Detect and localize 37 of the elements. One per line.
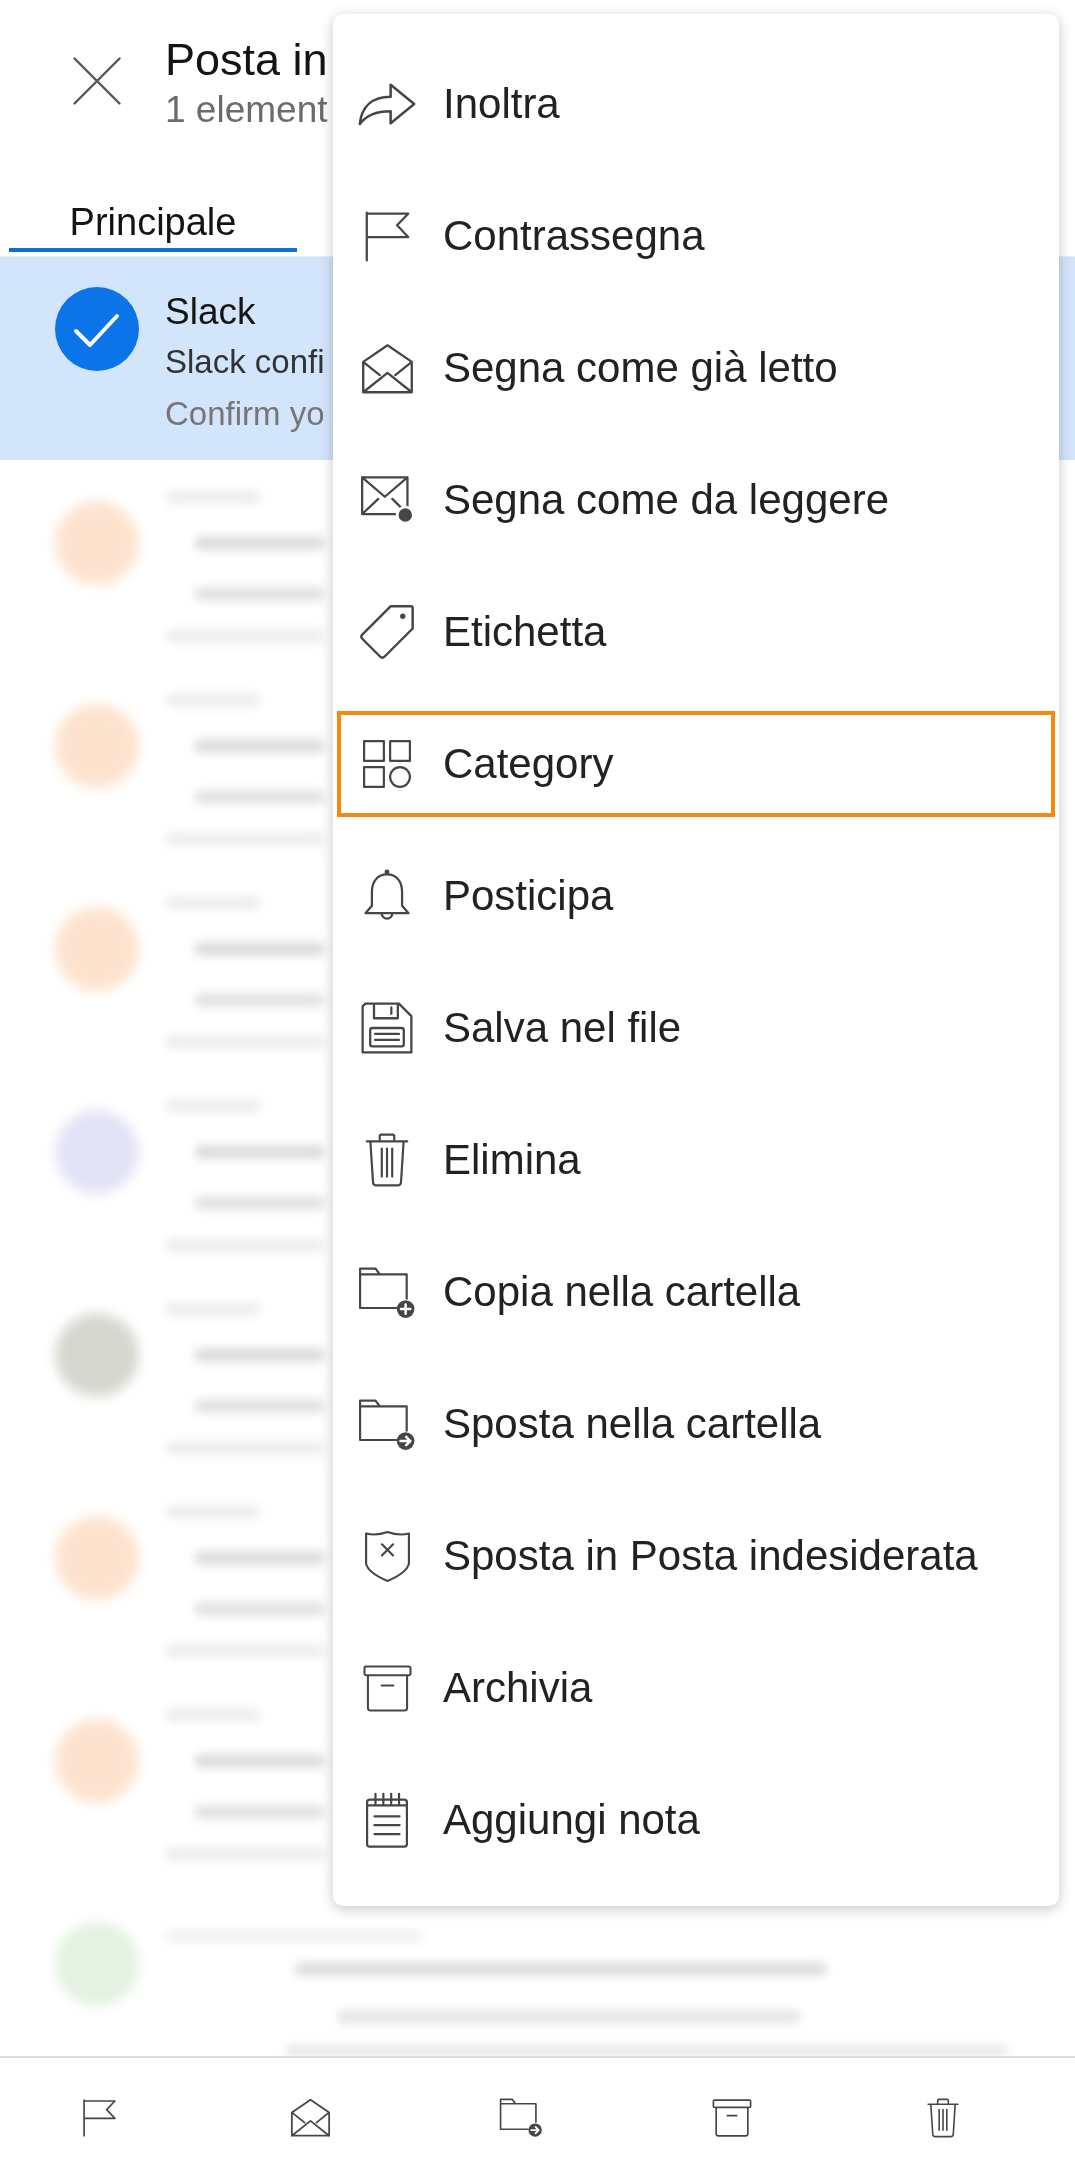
forward-arrow-icon: [358, 82, 416, 126]
squares-circle-icon: [362, 739, 412, 789]
tab[interactable]: Principale: [9, 180, 297, 252]
menu-item[interactable]: Salva nel file: [337, 975, 1055, 1081]
flag-icon: [363, 210, 411, 262]
menu-item[interactable]: Sposta in Posta indesiderata: [337, 1503, 1055, 1609]
mailbox-title: Posta in: [165, 34, 328, 86]
message-preview: Confirm yo: [165, 394, 325, 434]
close-icon[interactable]: [73, 57, 121, 105]
shield-x-icon: [363, 1529, 411, 1583]
notepad-icon: [365, 1791, 409, 1849]
tag-icon: [359, 604, 415, 660]
folder-arrow-icon[interactable]: [499, 2097, 543, 2138]
trash-icon: [365, 1133, 409, 1187]
menu-item[interactable]: Category: [337, 711, 1055, 817]
message-subject: Slack confi: [165, 342, 325, 382]
menu-item[interactable]: Copia nella cartella: [337, 1239, 1055, 1345]
menu-item[interactable]: Posticipa: [337, 843, 1055, 949]
menu-item[interactable]: Elimina: [337, 1107, 1055, 1213]
flag-icon[interactable]: [81, 2098, 117, 2137]
menu-item[interactable]: Segna come da leggere: [337, 447, 1055, 553]
menu-item[interactable]: Segna come già letto: [337, 315, 1055, 421]
menu-item[interactable]: Aggiungi nota: [337, 1767, 1055, 1873]
open-envelope-icon[interactable]: [289, 2098, 331, 2137]
menu-item[interactable]: Sposta nella cartella: [337, 1371, 1055, 1477]
archive-box-icon: [362, 1664, 412, 1712]
archive-box-icon[interactable]: [712, 2098, 752, 2137]
envelope-dot-icon: [359, 475, 415, 525]
menu-item[interactable]: Inoltra: [337, 51, 1055, 157]
sender-name: Slack: [165, 290, 257, 334]
menu-item[interactable]: Etichetta: [337, 579, 1055, 685]
checkmark-circle-icon[interactable]: [55, 287, 139, 371]
menu-item[interactable]: Contrassegna: [337, 183, 1055, 289]
trash-icon[interactable]: [927, 2097, 959, 2138]
selection-count: 1 element: [165, 88, 328, 132]
open-envelope-icon: [360, 342, 414, 394]
menu-item[interactable]: Archivia: [337, 1635, 1055, 1741]
